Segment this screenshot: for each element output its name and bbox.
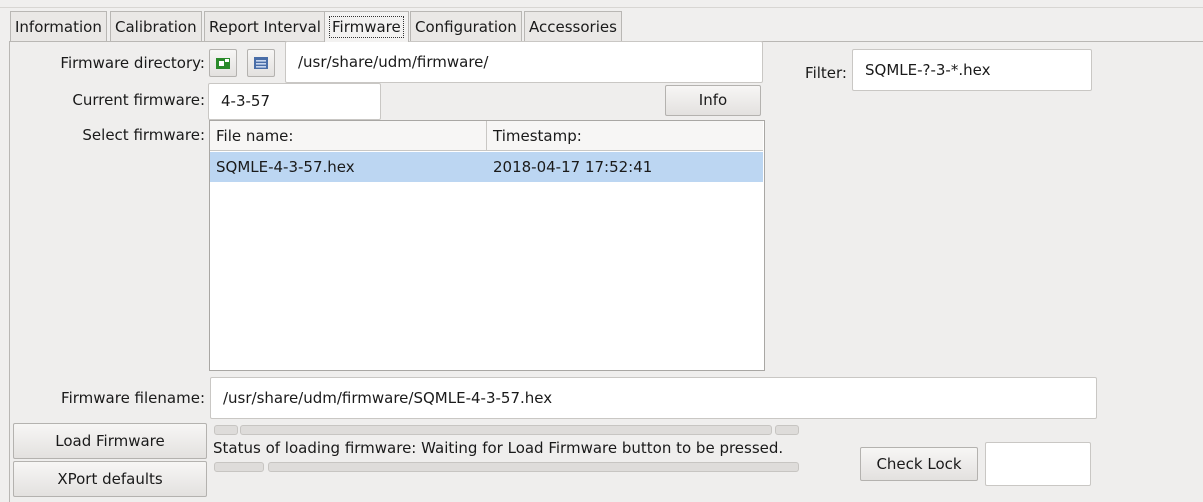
tab-firmware[interactable]: Firmware: [324, 11, 409, 42]
list-icon: [254, 57, 268, 69]
firmware-directory-field[interactable]: /usr/share/udm/firmware/: [285, 41, 763, 83]
filter-field[interactable]: SQMLE-?-3-*.hex: [852, 49, 1092, 91]
current-firmware-label: Current firmware:: [72, 91, 205, 109]
tab-calibration[interactable]: Calibration: [110, 11, 202, 41]
column-header-filename[interactable]: File name:: [210, 121, 487, 151]
tab-label: Report Interval: [209, 18, 321, 36]
firmware-list[interactable]: File name: Timestamp: SQMLE-4-3-57.hex 2…: [209, 120, 765, 371]
check-lock-field[interactable]: [985, 442, 1091, 486]
firmware-filename-field[interactable]: /usr/share/udm/firmware/SQMLE-4-3-57.hex: [210, 377, 1097, 419]
firmware-directory-label: Firmware directory:: [60, 54, 205, 72]
tab-information[interactable]: Information: [10, 11, 107, 41]
tab-label: Information: [15, 18, 102, 36]
tabbar-line: [0, 7, 1203, 8]
progress-bar-end-top: [775, 425, 799, 435]
folder-refresh-icon: [216, 58, 230, 69]
xport-defaults-button[interactable]: XPort defaults: [13, 461, 207, 497]
tab-configuration[interactable]: Configuration: [410, 11, 522, 41]
tab-report-interval[interactable]: Report Interval: [204, 11, 326, 41]
tab-label: Configuration: [415, 18, 517, 36]
select-firmware-label: Select firmware:: [82, 126, 205, 144]
firmware-filename-label: Firmware filename:: [61, 389, 205, 407]
tab-label: Calibration: [115, 18, 197, 36]
info-button[interactable]: Info: [665, 85, 761, 116]
progress-bar-small-top: [214, 425, 238, 435]
refresh-directory-button[interactable]: [209, 49, 237, 77]
load-firmware-button[interactable]: Load Firmware: [13, 423, 207, 459]
row-filename: SQMLE-4-3-57.hex: [216, 158, 355, 176]
progress-bar-top: [240, 425, 772, 435]
check-lock-button[interactable]: Check Lock: [860, 447, 978, 481]
progress-bar-small-bottom: [214, 462, 264, 472]
table-row[interactable]: SQMLE-4-3-57.hex 2018-04-17 17:52:41: [210, 152, 763, 182]
browse-directory-button[interactable]: [247, 49, 275, 77]
tab-label: Accessories: [529, 18, 617, 36]
current-firmware-field[interactable]: 4-3-57: [208, 83, 381, 120]
status-text: Status of loading firmware: Waiting for …: [213, 439, 784, 457]
row-timestamp: 2018-04-17 17:52:41: [493, 158, 653, 176]
column-header-timestamp[interactable]: Timestamp:: [487, 121, 763, 151]
tab-accessories[interactable]: Accessories: [524, 11, 622, 41]
progress-bar-bottom: [268, 462, 799, 472]
filter-label: Filter:: [805, 64, 847, 82]
tab-label: Firmware: [329, 16, 404, 38]
